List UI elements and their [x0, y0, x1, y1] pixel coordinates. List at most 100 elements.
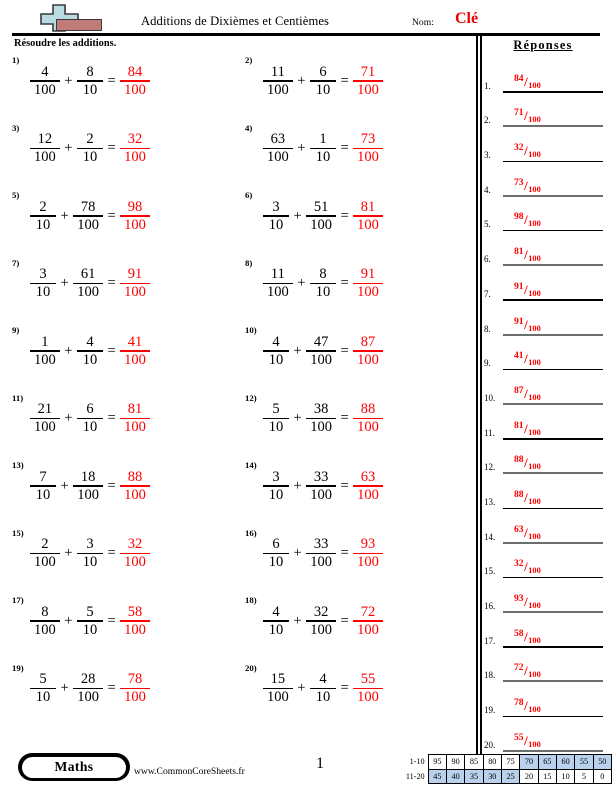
plus-operator: + [60, 680, 69, 697]
problem-item: 15) 2 100 +3 10 = 32 100 [0, 528, 232, 596]
fraction-numerator: 4 [319, 671, 327, 688]
fraction-numerator: 8 [86, 63, 94, 80]
problem-item: 16) 6 10 +33 100 = 93 100 [233, 528, 465, 596]
operand-fraction: 11 100 [261, 267, 295, 300]
answer-row: 13. 88/100 [484, 474, 604, 509]
answer-denominator: 100 [528, 496, 541, 506]
answer-denominator: 100 [528, 80, 541, 90]
fraction-numerator: 41 [127, 333, 143, 350]
fraction-denominator: 100 [357, 81, 379, 98]
problem-number: 15) [12, 527, 24, 538]
page-header: Additions de Dixièmes et Centièmes Nom: … [0, 0, 612, 36]
fraction-numerator: 63 [270, 131, 286, 148]
operand-fraction: 78 100 [71, 200, 105, 233]
name-label: Nom: [412, 17, 434, 28]
fraction-denominator: 100 [77, 284, 99, 301]
score-cell: 50 [592, 754, 612, 770]
fraction-denominator: 10 [35, 689, 51, 706]
answer-denominator: 100 [528, 392, 541, 402]
fraction-numerator: 81 [127, 401, 143, 418]
score-cell: 0 [592, 768, 612, 785]
plus-operator: + [64, 410, 73, 427]
plus-operator: + [297, 72, 306, 89]
fraction-denominator: 10 [268, 621, 284, 638]
answer-row: 18. 72/100 [484, 648, 604, 683]
fraction-denominator: 100 [34, 351, 56, 368]
fraction-numerator: 2 [86, 131, 94, 148]
score-cell: 45 [427, 768, 447, 785]
score-cell: 95 [427, 754, 447, 770]
operand-fraction: 33 100 [304, 470, 338, 503]
problem-expression: 5 10 +38 100 = 88 100 [261, 397, 385, 441]
answer-index: 12. [484, 462, 496, 473]
operand-fraction: 28 100 [71, 672, 105, 705]
plus-operator: + [64, 342, 73, 359]
fraction-numerator: 11 [270, 63, 285, 80]
problem-item: 19) 5 10 +28 100 = 78 100 [0, 663, 232, 731]
fraction-denominator: 100 [310, 554, 332, 571]
operand-fraction: 4 100 [28, 65, 62, 98]
answer-row: 4. 73/100 [484, 162, 604, 197]
fraction-numerator: 2 [41, 536, 49, 553]
site-url: www.CommonCoreSheets.fr [134, 766, 245, 777]
answer-denominator: 100 [528, 739, 541, 749]
answer-denominator: 100 [528, 601, 541, 610]
equals-operator: = [107, 275, 116, 292]
fraction-numerator: 55 [360, 671, 376, 688]
operand-fraction: 3 10 [261, 470, 291, 503]
fraction-numerator: 88 [360, 401, 376, 418]
fraction-numerator: 7 [39, 468, 47, 485]
fraction-denominator: 100 [357, 554, 379, 571]
problem-item: 10) 4 10 +47 100 = 87 100 [233, 325, 465, 393]
fraction-numerator: 1 [319, 131, 327, 148]
fraction-numerator: 2 [39, 198, 47, 215]
operand-fraction: 4 10 [261, 605, 291, 638]
problem-expression: 3 10 +33 100 = 63 100 [261, 464, 385, 508]
plus-operator: + [64, 612, 73, 629]
fraction-numerator: 81 [360, 198, 376, 215]
fraction-numerator: 47 [313, 333, 329, 350]
problem-number: 14) [245, 460, 257, 470]
plus-operator: + [297, 680, 306, 697]
fraction-numerator: 21 [37, 401, 53, 418]
problem-number: 8) [245, 257, 253, 268]
answer-index: 16. [484, 601, 496, 611]
problem-item: 17) 8 100 +5 10 = 58 100 [0, 595, 232, 663]
fraction-numerator: 91 [127, 266, 143, 283]
answer-index: 6. [484, 254, 491, 265]
fraction-denominator: 100 [267, 689, 289, 706]
problem-number: 16) [245, 527, 257, 538]
answer-value: 72/100 [514, 662, 541, 679]
equals-operator: = [340, 477, 349, 494]
answer-fraction: 41 100 [118, 335, 152, 368]
problem-item: 4) 63 100 +1 10 = 73 100 [233, 123, 465, 191]
operand-fraction: 61 100 [71, 267, 105, 300]
equals-operator: = [340, 545, 349, 562]
problem-item: 2) 11 100 +6 10 = 71 100 [233, 55, 465, 123]
score-cell: 40 [445, 768, 466, 785]
score-cell: 80 [482, 754, 502, 770]
fraction-numerator: 38 [313, 401, 329, 418]
operand-fraction: 8 10 [308, 267, 338, 300]
operand-fraction: 47 100 [304, 335, 338, 368]
fraction-numerator: 3 [39, 266, 47, 283]
score-cell: 55 [574, 754, 594, 770]
problem-number: 6) [245, 190, 253, 200]
score-cell: 10 [555, 768, 576, 785]
fraction-numerator: 33 [313, 536, 329, 553]
operand-fraction: 5 10 [261, 402, 291, 435]
answer-row: 11. 81/100 [484, 405, 604, 440]
fraction-numerator: 51 [313, 198, 329, 215]
fraction-denominator: 10 [268, 554, 284, 571]
answer-fraction: 55 100 [351, 672, 385, 705]
fraction-denominator: 10 [268, 351, 284, 368]
answer-value: 41/100 [514, 350, 541, 367]
problem-item: 12) 5 10 +38 100 = 88 100 [233, 393, 465, 461]
fraction-denominator: 100 [310, 419, 332, 436]
problem-expression: 2 10 +78 100 = 98 100 [28, 194, 152, 238]
answer-fraction: 98 100 [118, 200, 152, 233]
fraction-denominator: 100 [267, 149, 289, 166]
answer-index: 7. [484, 288, 491, 299]
equals-operator: = [107, 612, 116, 629]
plus-operator: + [60, 477, 69, 494]
